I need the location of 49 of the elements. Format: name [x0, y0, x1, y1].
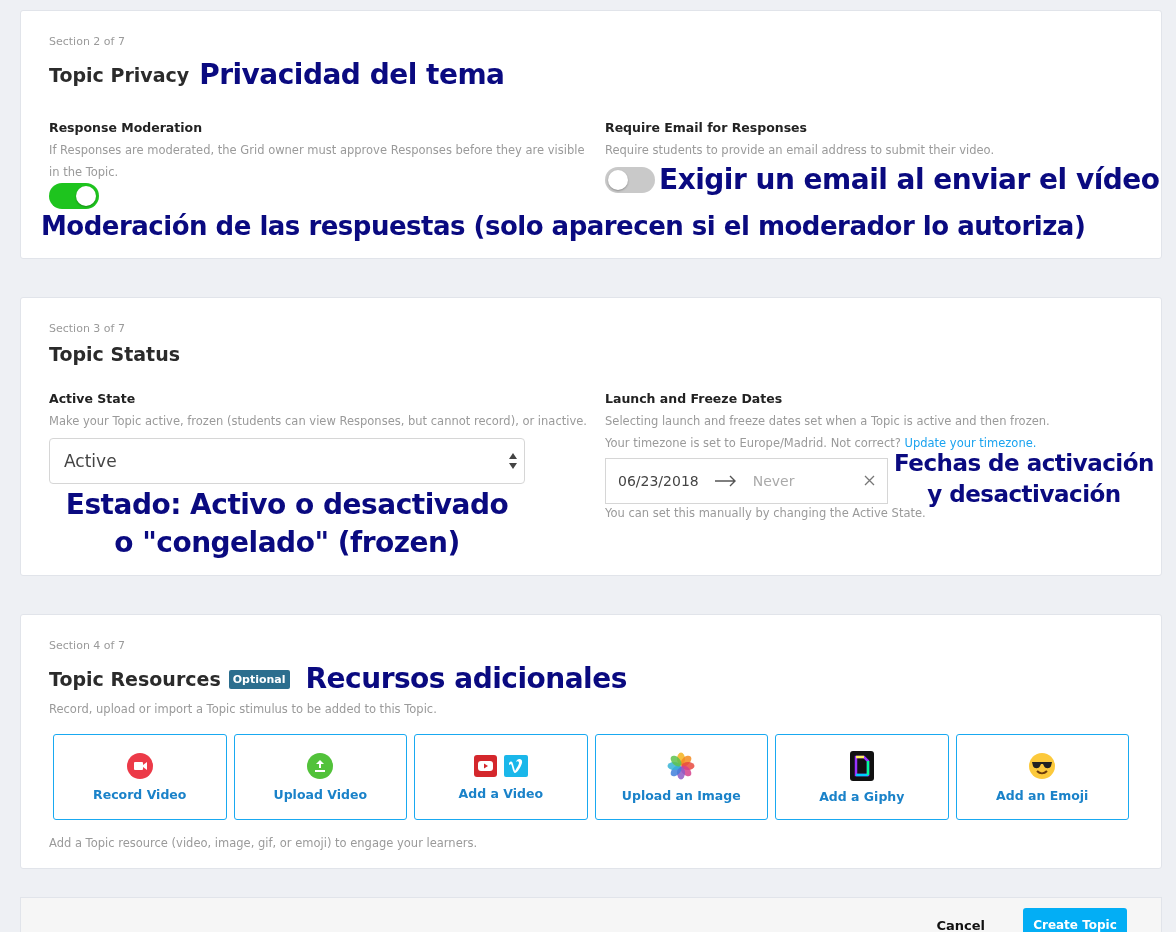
setting-label: Response Moderation: [49, 119, 204, 135]
setting-description: Selecting launch and freeze dates set when a Topic is active and then frozen.: [605, 412, 1051, 430]
date-range-field[interactable]: 06/23/2018 Never: [605, 457, 888, 504]
resource-button[interactable]: Add an Emoji: [955, 734, 1129, 821]
resource-button[interactable]: Upload Video: [233, 734, 407, 821]
resource-button[interactable]: Add a Giphy: [775, 734, 949, 821]
arrow-right-icon: [714, 474, 737, 487]
video-camera-icon: [126, 752, 153, 779]
cancel-button[interactable]: Cancel: [936, 918, 985, 932]
section-title: Topic Resources: [49, 668, 221, 691]
annotation-text: Fechas de activación: [893, 449, 1155, 478]
toggle-switch[interactable]: [605, 166, 655, 193]
upload-icon: [307, 752, 334, 779]
sort-caret-icon: [508, 451, 518, 470]
section-counter: Section 3 of 7: [49, 321, 126, 335]
annotation-text: Exigir un email al enviar el vídeo: [658, 161, 1161, 198]
timezone-note: Your timezone is set to Europe/Madrid. Not correct? Update your timezone.: [605, 434, 1038, 452]
annotation-text: Privacidad del tema: [198, 57, 506, 93]
annotation-text: Moderación de las respuestas (solo aparecen si el moderador lo autoriza): [40, 209, 1087, 243]
section-description: Record, upload or import a Topic stimulus to be added to this Topic.: [49, 701, 438, 719]
sunglasses-emoji-icon: [1028, 751, 1057, 780]
create-topic-button[interactable]: Create Topic: [1023, 908, 1127, 932]
setting-description: Make your Topic active, frozen (students can view Responses, but cannot record), or inactive.: [49, 412, 588, 430]
setting-label: Launch and Freeze Dates: [605, 390, 784, 406]
toggle-switch[interactable]: [49, 182, 99, 209]
annotation-text: Estado: Activo o desactivado: [64, 486, 510, 523]
optional-badge: Optional: [228, 669, 290, 689]
setting-description: Require students to provide an email address to submit their video.: [605, 141, 996, 159]
annotation-text: y desactivación: [926, 479, 1122, 509]
section-title: Topic Privacy: [49, 63, 190, 86]
resource-button[interactable]: Add a Video: [414, 734, 588, 821]
giphy-icon: [849, 750, 874, 781]
annotation-text: Recursos adicionales: [304, 661, 628, 698]
setting-label: Active State: [49, 390, 137, 406]
resource-button[interactable]: Record Video: [53, 734, 227, 821]
setting-description: If Responses are moderated, the Grid owner must approve Responses before they are visible in the Topic.: [49, 141, 585, 181]
section-footnote: Add a Topic resource (video, image, gif, or emoji) to engage your learners.: [49, 835, 479, 853]
video-logos-icon: [472, 753, 529, 778]
section-counter: Section 4 of 7: [49, 639, 126, 653]
section-title: Topic Status: [49, 342, 181, 365]
annotation-text: o "congelado" (frozen): [113, 524, 461, 561]
state-select[interactable]: Active: [49, 437, 525, 484]
setting-label: Require Email for Responses: [605, 119, 809, 135]
flower-icon: [667, 751, 696, 780]
setting-hint: You can set this manually by changing the Active State.: [605, 505, 926, 522]
close-icon[interactable]: [864, 475, 875, 487]
resource-button[interactable]: Upload an Image: [594, 734, 768, 821]
section-counter: Section 2 of 7: [49, 35, 126, 48]
update-timezone-link[interactable]: Update your timezone.: [904, 435, 1037, 450]
